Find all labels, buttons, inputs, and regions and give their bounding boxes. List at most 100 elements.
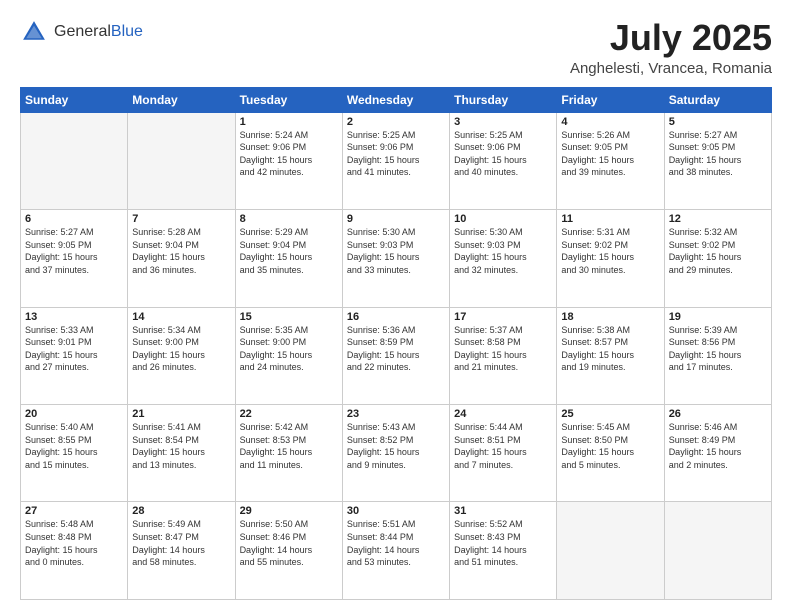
- cell-w1-d4: 2Sunrise: 5:25 AMSunset: 9:06 PMDaylight…: [342, 112, 449, 209]
- col-tuesday: Tuesday: [235, 87, 342, 112]
- day-info: Sunrise: 5:33 AMSunset: 9:01 PMDaylight:…: [25, 324, 123, 374]
- week-row-1: 1Sunrise: 5:24 AMSunset: 9:06 PMDaylight…: [21, 112, 772, 209]
- col-friday: Friday: [557, 87, 664, 112]
- cell-w4-d2: 21Sunrise: 5:41 AMSunset: 8:54 PMDayligh…: [128, 405, 235, 502]
- week-row-3: 13Sunrise: 5:33 AMSunset: 9:01 PMDayligh…: [21, 307, 772, 404]
- day-number: 7: [132, 213, 230, 225]
- day-info: Sunrise: 5:41 AMSunset: 8:54 PMDaylight:…: [132, 421, 230, 471]
- day-info: Sunrise: 5:26 AMSunset: 9:05 PMDaylight:…: [561, 129, 659, 179]
- day-number: 15: [240, 311, 338, 323]
- cell-w1-d6: 4Sunrise: 5:26 AMSunset: 9:05 PMDaylight…: [557, 112, 664, 209]
- cell-w3-d4: 16Sunrise: 5:36 AMSunset: 8:59 PMDayligh…: [342, 307, 449, 404]
- day-info: Sunrise: 5:34 AMSunset: 9:00 PMDaylight:…: [132, 324, 230, 374]
- cell-w4-d6: 25Sunrise: 5:45 AMSunset: 8:50 PMDayligh…: [557, 405, 664, 502]
- cell-w5-d4: 30Sunrise: 5:51 AMSunset: 8:44 PMDayligh…: [342, 502, 449, 600]
- day-info: Sunrise: 5:49 AMSunset: 8:47 PMDaylight:…: [132, 518, 230, 568]
- day-number: 16: [347, 311, 445, 323]
- day-number: 19: [669, 311, 767, 323]
- week-row-5: 27Sunrise: 5:48 AMSunset: 8:48 PMDayligh…: [21, 502, 772, 600]
- day-number: 14: [132, 311, 230, 323]
- cell-w5-d7: [664, 502, 771, 600]
- day-info: Sunrise: 5:40 AMSunset: 8:55 PMDaylight:…: [25, 421, 123, 471]
- cell-w1-d2: [128, 112, 235, 209]
- day-info: Sunrise: 5:44 AMSunset: 8:51 PMDaylight:…: [454, 421, 552, 471]
- day-info: Sunrise: 5:46 AMSunset: 8:49 PMDaylight:…: [669, 421, 767, 471]
- day-info: Sunrise: 5:31 AMSunset: 9:02 PMDaylight:…: [561, 226, 659, 276]
- cell-w1-d5: 3Sunrise: 5:25 AMSunset: 9:06 PMDaylight…: [450, 112, 557, 209]
- day-info: Sunrise: 5:28 AMSunset: 9:04 PMDaylight:…: [132, 226, 230, 276]
- cell-w1-d7: 5Sunrise: 5:27 AMSunset: 9:05 PMDaylight…: [664, 112, 771, 209]
- day-number: 12: [669, 213, 767, 225]
- day-info: Sunrise: 5:27 AMSunset: 9:05 PMDaylight:…: [25, 226, 123, 276]
- cell-w4-d3: 22Sunrise: 5:42 AMSunset: 8:53 PMDayligh…: [235, 405, 342, 502]
- cell-w2-d1: 6Sunrise: 5:27 AMSunset: 9:05 PMDaylight…: [21, 210, 128, 307]
- cell-w2-d2: 7Sunrise: 5:28 AMSunset: 9:04 PMDaylight…: [128, 210, 235, 307]
- day-number: 17: [454, 311, 552, 323]
- cell-w3-d5: 17Sunrise: 5:37 AMSunset: 8:58 PMDayligh…: [450, 307, 557, 404]
- day-info: Sunrise: 5:27 AMSunset: 9:05 PMDaylight:…: [669, 129, 767, 179]
- day-info: Sunrise: 5:36 AMSunset: 8:59 PMDaylight:…: [347, 324, 445, 374]
- day-number: 5: [669, 116, 767, 128]
- day-info: Sunrise: 5:50 AMSunset: 8:46 PMDaylight:…: [240, 518, 338, 568]
- cell-w5-d1: 27Sunrise: 5:48 AMSunset: 8:48 PMDayligh…: [21, 502, 128, 600]
- week-row-2: 6Sunrise: 5:27 AMSunset: 9:05 PMDaylight…: [21, 210, 772, 307]
- day-info: Sunrise: 5:51 AMSunset: 8:44 PMDaylight:…: [347, 518, 445, 568]
- cell-w1-d3: 1Sunrise: 5:24 AMSunset: 9:06 PMDaylight…: [235, 112, 342, 209]
- logo: GeneralBlue: [20, 18, 143, 46]
- day-info: Sunrise: 5:30 AMSunset: 9:03 PMDaylight:…: [454, 226, 552, 276]
- day-number: 4: [561, 116, 659, 128]
- cell-w3-d7: 19Sunrise: 5:39 AMSunset: 8:56 PMDayligh…: [664, 307, 771, 404]
- logo-general: General: [54, 23, 111, 40]
- cell-w2-d4: 9Sunrise: 5:30 AMSunset: 9:03 PMDaylight…: [342, 210, 449, 307]
- day-info: Sunrise: 5:45 AMSunset: 8:50 PMDaylight:…: [561, 421, 659, 471]
- day-number: 20: [25, 408, 123, 420]
- day-number: 30: [347, 505, 445, 517]
- day-number: 25: [561, 408, 659, 420]
- day-info: Sunrise: 5:32 AMSunset: 9:02 PMDaylight:…: [669, 226, 767, 276]
- day-number: 1: [240, 116, 338, 128]
- day-number: 6: [25, 213, 123, 225]
- cell-w5-d6: [557, 502, 664, 600]
- day-number: 28: [132, 505, 230, 517]
- day-info: Sunrise: 5:52 AMSunset: 8:43 PMDaylight:…: [454, 518, 552, 568]
- cell-w3-d6: 18Sunrise: 5:38 AMSunset: 8:57 PMDayligh…: [557, 307, 664, 404]
- cell-w3-d3: 15Sunrise: 5:35 AMSunset: 9:00 PMDayligh…: [235, 307, 342, 404]
- cell-w4-d7: 26Sunrise: 5:46 AMSunset: 8:49 PMDayligh…: [664, 405, 771, 502]
- day-info: Sunrise: 5:25 AMSunset: 9:06 PMDaylight:…: [454, 129, 552, 179]
- cell-w2-d3: 8Sunrise: 5:29 AMSunset: 9:04 PMDaylight…: [235, 210, 342, 307]
- title-block: July 2025 Anghelesti, Vrancea, Romania: [570, 18, 772, 77]
- day-number: 8: [240, 213, 338, 225]
- day-number: 22: [240, 408, 338, 420]
- day-number: 3: [454, 116, 552, 128]
- cell-w5-d3: 29Sunrise: 5:50 AMSunset: 8:46 PMDayligh…: [235, 502, 342, 600]
- day-info: Sunrise: 5:37 AMSunset: 8:58 PMDaylight:…: [454, 324, 552, 374]
- day-info: Sunrise: 5:43 AMSunset: 8:52 PMDaylight:…: [347, 421, 445, 471]
- day-info: Sunrise: 5:39 AMSunset: 8:56 PMDaylight:…: [669, 324, 767, 374]
- col-monday: Monday: [128, 87, 235, 112]
- calendar-header-row: Sunday Monday Tuesday Wednesday Thursday…: [21, 87, 772, 112]
- day-number: 27: [25, 505, 123, 517]
- cell-w4-d5: 24Sunrise: 5:44 AMSunset: 8:51 PMDayligh…: [450, 405, 557, 502]
- day-info: Sunrise: 5:24 AMSunset: 9:06 PMDaylight:…: [240, 129, 338, 179]
- day-info: Sunrise: 5:35 AMSunset: 9:00 PMDaylight:…: [240, 324, 338, 374]
- day-number: 18: [561, 311, 659, 323]
- day-number: 23: [347, 408, 445, 420]
- day-number: 24: [454, 408, 552, 420]
- month-title: July 2025: [570, 18, 772, 58]
- cell-w5-d5: 31Sunrise: 5:52 AMSunset: 8:43 PMDayligh…: [450, 502, 557, 600]
- day-number: 21: [132, 408, 230, 420]
- day-info: Sunrise: 5:30 AMSunset: 9:03 PMDaylight:…: [347, 226, 445, 276]
- day-number: 31: [454, 505, 552, 517]
- cell-w2-d6: 11Sunrise: 5:31 AMSunset: 9:02 PMDayligh…: [557, 210, 664, 307]
- cell-w4-d4: 23Sunrise: 5:43 AMSunset: 8:52 PMDayligh…: [342, 405, 449, 502]
- calendar-table: Sunday Monday Tuesday Wednesday Thursday…: [20, 87, 772, 600]
- day-info: Sunrise: 5:42 AMSunset: 8:53 PMDaylight:…: [240, 421, 338, 471]
- col-wednesday: Wednesday: [342, 87, 449, 112]
- week-row-4: 20Sunrise: 5:40 AMSunset: 8:55 PMDayligh…: [21, 405, 772, 502]
- cell-w3-d2: 14Sunrise: 5:34 AMSunset: 9:00 PMDayligh…: [128, 307, 235, 404]
- cell-w1-d1: [21, 112, 128, 209]
- day-number: 26: [669, 408, 767, 420]
- logo-icon: [20, 18, 48, 46]
- header: GeneralBlue July 2025 Anghelesti, Vrance…: [20, 18, 772, 77]
- day-number: 10: [454, 213, 552, 225]
